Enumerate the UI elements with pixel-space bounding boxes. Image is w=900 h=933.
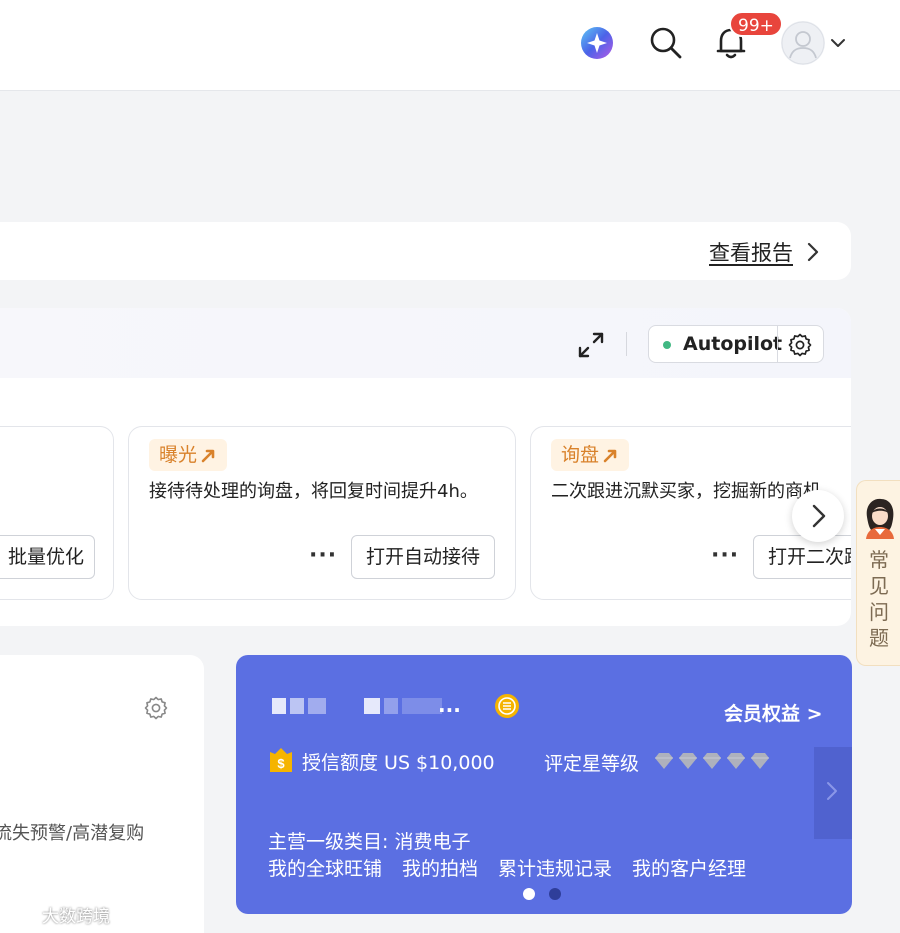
diamond-icon	[751, 753, 769, 769]
pager-dot-active[interactable]	[523, 888, 535, 900]
top-header: 99+	[0, 0, 900, 91]
support-agent-icon	[866, 498, 894, 539]
autopilot-panel: Autopilot 批量优化 曝光 接待待处理的询盘，将回复时间提升4h。 ··…	[0, 308, 851, 626]
card-tag: 询盘	[551, 439, 630, 471]
chevron-right-icon[interactable]	[805, 241, 821, 263]
panel-header: Autopilot	[0, 308, 851, 378]
card-tag: 曝光	[149, 439, 228, 471]
trend-up-icon	[603, 449, 617, 463]
card-description: 接待待处理的询盘，将回复时间提升4h。	[149, 481, 478, 502]
more-icon[interactable]: ···	[309, 543, 337, 568]
company-name-blurred	[272, 697, 442, 715]
autopilot-toggle[interactable]: Autopilot	[648, 325, 824, 363]
pager-dot[interactable]	[549, 888, 561, 900]
coin-icon	[495, 694, 519, 718]
tag-label: 询盘	[561, 444, 600, 466]
diamond-icon	[727, 753, 745, 769]
diamond-icon	[655, 753, 673, 769]
warning-repurchase-text: 流失预警/高潜复购	[0, 823, 145, 844]
tag-label: 曝光	[159, 444, 198, 466]
notification-badge: 99+	[729, 11, 783, 37]
credit-limit-text: 授信额度 US $10,000	[302, 752, 495, 774]
autopilot-label: Autopilot	[683, 333, 783, 355]
search-icon[interactable]	[648, 25, 684, 61]
main-category-text: 主营一级类目: 消费电子	[268, 831, 471, 853]
left-card: 流失预警/高潜复购	[0, 655, 204, 933]
ai-assistant-icon[interactable]	[580, 26, 614, 60]
watermark-text: 大数跨境	[42, 907, 110, 927]
svg-text:$: $	[277, 756, 285, 771]
view-report-link[interactable]: 查看报告	[709, 237, 793, 267]
member-benefits-link[interactable]: 会员权益 >	[724, 699, 823, 726]
gear-icon[interactable]	[143, 695, 169, 721]
watermark: 大数跨境	[8, 902, 110, 927]
membership-links: 我的全球旺铺 我的拍档 累计违规记录 我的客户经理	[268, 854, 746, 881]
membership-next-button[interactable]	[814, 747, 852, 839]
avatar[interactable]	[781, 21, 825, 65]
divider	[626, 332, 627, 356]
autopilot-card: 曝光 接待待处理的询盘，将回复时间提升4h。 ··· 打开自动接待	[128, 426, 516, 600]
name-ellipsis: ...	[438, 693, 461, 717]
chevron-down-icon[interactable]	[829, 35, 847, 51]
global-store-link[interactable]: 我的全球旺铺	[268, 854, 382, 881]
watermark-logo-icon	[11, 910, 32, 919]
autopilot-card: 批量优化	[0, 426, 114, 600]
membership-card: ... 会员权益 > $ 授信额度 US $10,000 评定星等级 主营一级类…	[236, 655, 852, 914]
carousel-pager	[523, 888, 561, 900]
chevron-right-icon	[827, 782, 837, 800]
carousel-next-button[interactable]	[792, 490, 844, 542]
auto-reception-button[interactable]: 打开自动接待	[351, 535, 496, 579]
diamond-icon	[679, 753, 697, 769]
status-dot	[663, 341, 671, 349]
more-icon[interactable]: ···	[711, 543, 739, 568]
trend-up-icon	[201, 449, 215, 463]
report-bar: 查看报告	[0, 222, 851, 280]
violation-record-link[interactable]: 累计违规记录	[498, 854, 612, 881]
divider	[777, 326, 778, 362]
gear-icon[interactable]	[787, 332, 813, 358]
diamond-icon	[703, 753, 721, 769]
star-level-label: 评定星等级	[544, 753, 640, 775]
faq-tab[interactable]: 常见问题	[856, 480, 900, 666]
faq-label: 常见问题	[869, 548, 889, 650]
expand-icon[interactable]	[576, 330, 606, 360]
partner-link[interactable]: 我的拍档	[402, 854, 478, 881]
account-manager-link[interactable]: 我的客户经理	[632, 854, 746, 881]
chevron-right-icon	[812, 504, 826, 528]
star-rating	[654, 752, 770, 770]
credit-badge-icon: $	[270, 748, 292, 772]
batch-optimize-button[interactable]: 批量优化	[0, 535, 95, 579]
